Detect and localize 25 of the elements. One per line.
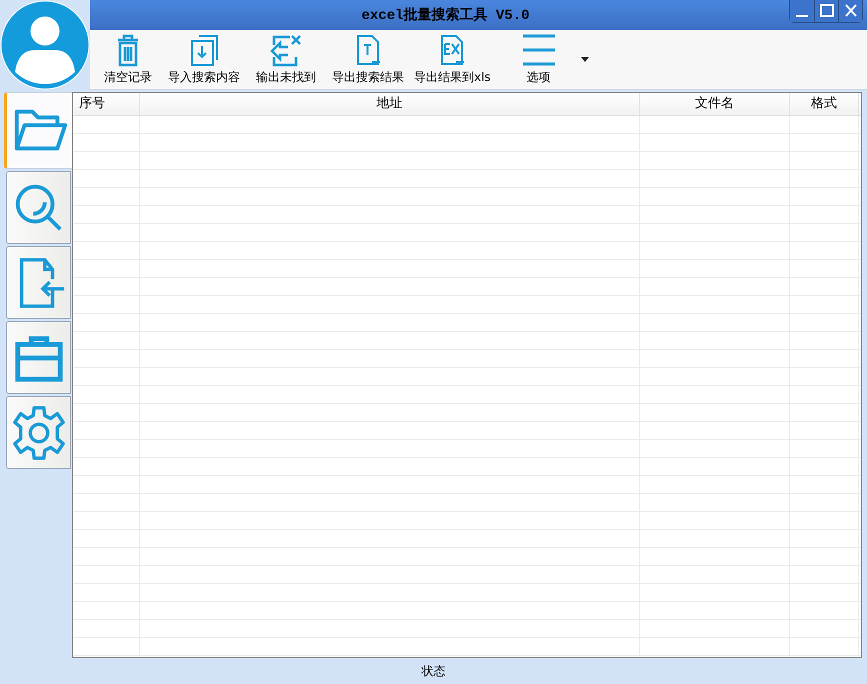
- toolbar-button[interactable]: 输出未找到: [252, 33, 320, 89]
- sidebar-tab[interactable]: [4, 92, 72, 169]
- status-text: 状态: [422, 663, 446, 680]
- toolbar-button[interactable]: 导出搜索结果: [328, 33, 408, 89]
- menu-icon: [520, 33, 557, 67]
- column-header[interactable]: 文件名: [640, 93, 790, 115]
- window-title: excel批量搜索工具 V5.0: [360, 6, 530, 24]
- toolbar-button[interactable]: 导出结果到xls: [410, 33, 495, 89]
- maximize-button[interactable]: [814, 0, 838, 22]
- minimize-icon: [796, 15, 808, 17]
- column-header[interactable]: 序号: [73, 93, 140, 115]
- close-button[interactable]: [838, 0, 862, 22]
- sidebar-tab[interactable]: [6, 321, 71, 394]
- toolbar-button[interactable]: 导入搜索内容: [164, 33, 244, 89]
- minimize-button[interactable]: [790, 0, 814, 22]
- column-header[interactable]: 格式: [790, 93, 859, 115]
- column-header[interactable]: 地址: [140, 93, 640, 115]
- options-button[interactable]: 选项: [516, 33, 561, 89]
- sidebar-tab[interactable]: [6, 396, 71, 469]
- avatar-icon[interactable]: [0, 0, 90, 90]
- arrow-cross-icon: [268, 33, 304, 67]
- toolbar-button[interactable]: 清空记录: [100, 33, 156, 89]
- sidebar-tab[interactable]: [6, 171, 71, 244]
- caret-icon[interactable]: [580, 56, 589, 62]
- sidebar-tab[interactable]: [6, 246, 71, 319]
